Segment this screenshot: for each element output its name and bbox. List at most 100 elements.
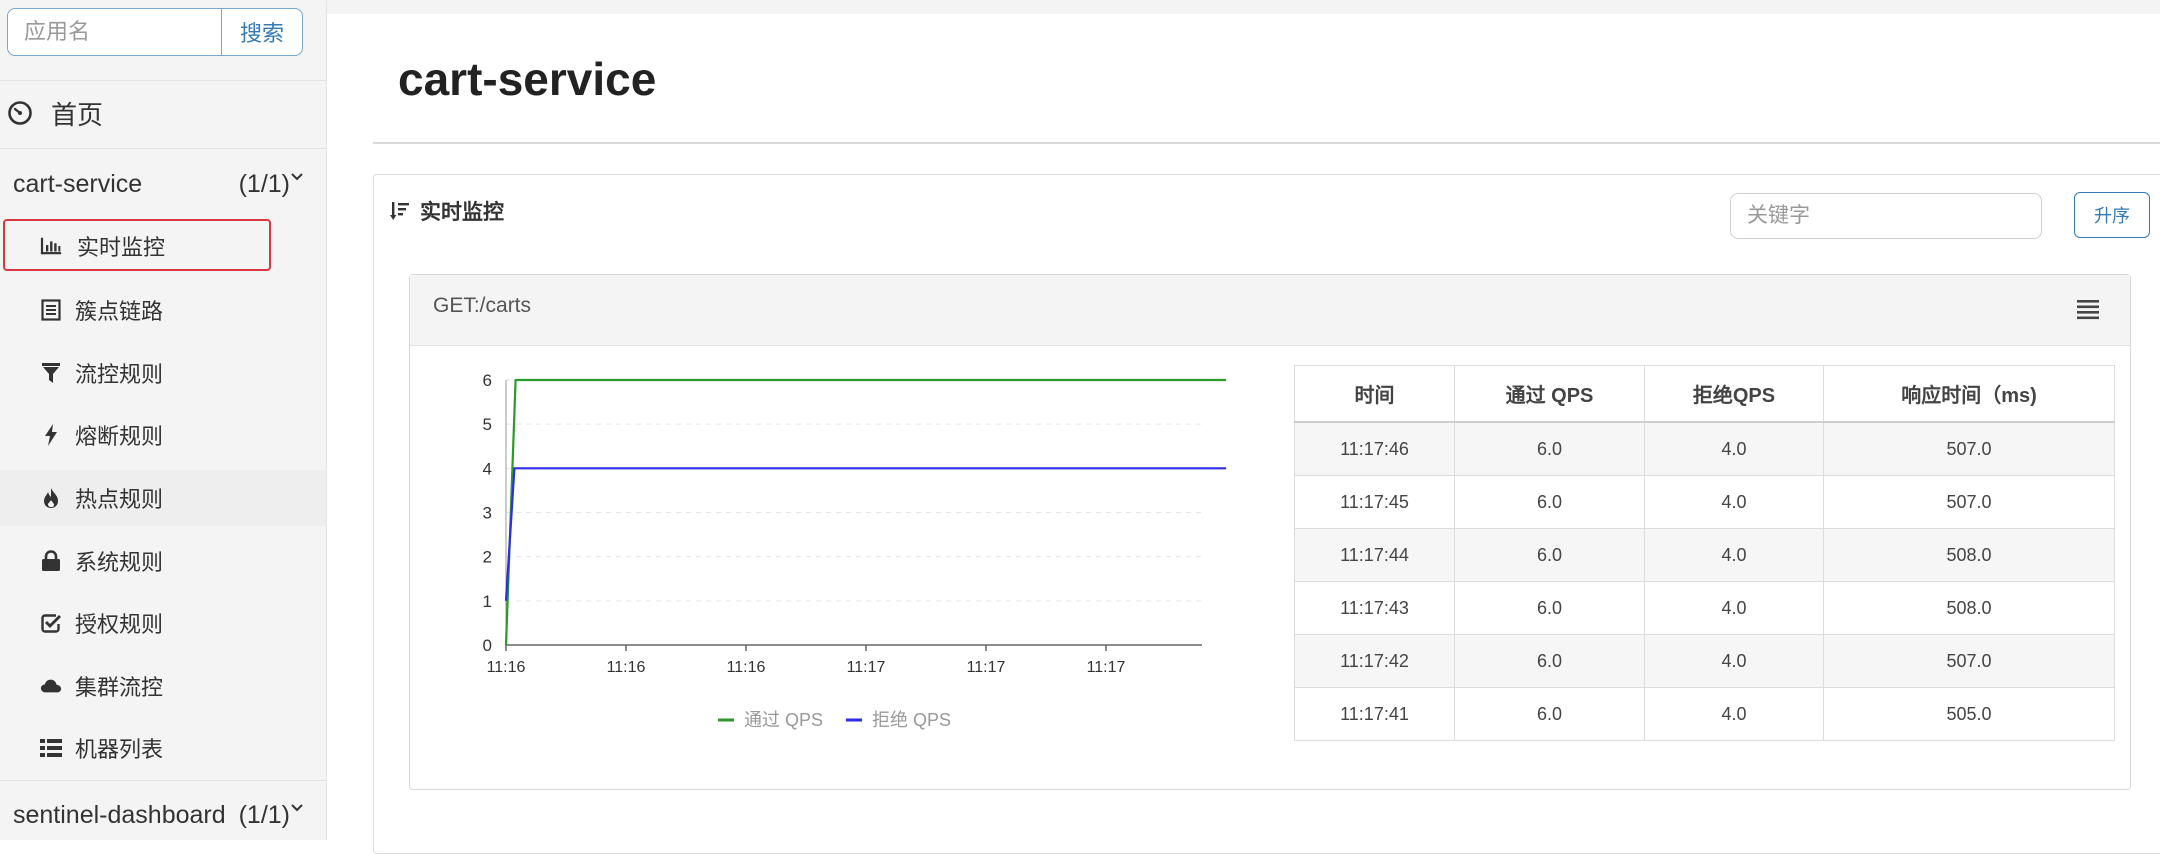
divider: [0, 80, 326, 81]
chevron-down-icon: [291, 173, 303, 181]
cell-rt: 505.0: [1823, 687, 2115, 741]
cell-pass-qps: 6.0: [1454, 421, 1645, 476]
check-icon: [40, 612, 62, 634]
list-alt-icon: [40, 299, 62, 321]
th-list-icon: [40, 737, 62, 759]
y-tick-label: 5: [483, 415, 492, 434]
sidebar-item-label: 热点规则: [75, 487, 164, 512]
filter-icon: [40, 362, 62, 384]
metrics-table: 时间 通过 QPS 拒绝QPS 响应时间（ms) 11:17:46 6.0 4.…: [1294, 365, 2115, 741]
sidebar: 搜索 首页 cart-service (1/1) 实时监控: [0, 0, 327, 840]
title-divider: [373, 142, 2160, 144]
cell-time: 11:17:46: [1294, 421, 1455, 476]
app-group-sentinel-dashboard[interactable]: sentinel-dashboard (1/1): [0, 790, 326, 840]
divider: [0, 148, 326, 149]
sidebar-item-label: 集群流控: [75, 675, 164, 700]
sidebar-item-hotspot-rules[interactable]: 热点规则: [0, 470, 326, 526]
cell-rt: 508.0: [1823, 581, 2115, 635]
app-search: 搜索: [7, 8, 303, 56]
app-instance-count: (1/1): [238, 169, 290, 198]
cell-pass-qps: 6.0: [1454, 581, 1645, 635]
cell-block-qps: 4.0: [1644, 687, 1824, 741]
divider: [0, 780, 326, 781]
menu-icon[interactable]: [2076, 298, 2100, 320]
active-item-highlight: [3, 219, 271, 271]
cell-time: 11:17:41: [1294, 687, 1455, 741]
table-row: 11:17:45 6.0 4.0 507.0: [1294, 475, 2115, 529]
lock-icon: [40, 550, 62, 572]
panel-title: 实时监控: [390, 196, 504, 226]
cell-time: 11:17:43: [1294, 581, 1455, 635]
table-row: 11:17:46 6.0 4.0 507.0: [1294, 421, 2115, 476]
dashboard-icon: [8, 101, 32, 125]
panel-title-label: 实时监控: [420, 201, 504, 224]
sidebar-item-flow-rules[interactable]: 流控规则: [0, 345, 326, 401]
app-name: sentinel-dashboard: [13, 800, 226, 829]
block-qps-line: [504, 467, 1226, 601]
y-tick-label: 6: [483, 371, 492, 390]
sort-ascending-button[interactable]: 升序: [2074, 192, 2150, 238]
cell-block-qps: 4.0: [1644, 421, 1824, 476]
app-name: cart-service: [13, 169, 143, 198]
table-row: 11:17:43 6.0 4.0 508.0: [1294, 581, 2115, 635]
cell-time: 11:17:45: [1294, 475, 1455, 529]
table-row: 11:17:44 6.0 4.0 508.0: [1294, 528, 2115, 582]
cell-block-qps: 4.0: [1644, 528, 1824, 582]
column-header[interactable]: 拒绝QPS: [1644, 365, 1824, 423]
cell-time: 11:17:44: [1294, 528, 1455, 582]
sidebar-item-cluster-flow[interactable]: 集群流控: [0, 658, 326, 714]
sidebar-item-label: 簇点链路: [75, 299, 164, 324]
y-tick-label: 3: [483, 504, 492, 523]
app-instance-count: (1/1): [238, 800, 290, 829]
search-button[interactable]: 搜索: [221, 8, 303, 56]
cell-pass-qps: 6.0: [1454, 687, 1645, 741]
column-header[interactable]: 时间: [1294, 365, 1455, 423]
sidebar-item-system-rules[interactable]: 系统规则: [0, 533, 326, 589]
cell-rt: 507.0: [1823, 475, 2115, 529]
flash-icon: [40, 424, 62, 446]
app-group-cart-service[interactable]: cart-service (1/1): [0, 159, 326, 209]
sidebar-item-label: 熔断规则: [75, 424, 164, 449]
cell-rt: 507.0: [1823, 634, 2115, 688]
sidebar-item-machine-list[interactable]: 机器列表: [0, 720, 326, 776]
x-tick-label: 11:17: [967, 659, 1006, 676]
x-tick-label: 11:17: [847, 659, 886, 676]
table-row: 11:17:41 6.0 4.0 505.0: [1294, 687, 2115, 741]
cell-block-qps: 4.0: [1644, 634, 1824, 688]
y-tick-label: 1: [483, 592, 492, 611]
sidebar-item-label: 系统规则: [75, 550, 164, 575]
cell-block-qps: 4.0: [1644, 475, 1824, 529]
sidebar-item-label: 首页: [51, 99, 104, 130]
column-header[interactable]: 通过 QPS: [1454, 365, 1645, 423]
sidebar-item-label: 授权规则: [75, 612, 164, 637]
cell-pass-qps: 6.0: [1454, 634, 1645, 688]
x-tick-label: 11:16: [727, 659, 766, 676]
cell-pass-qps: 6.0: [1454, 528, 1645, 582]
keyword-input[interactable]: [1730, 193, 2042, 239]
x-tick-label: 11:16: [487, 659, 526, 676]
table-header-row: 时间 通过 QPS 拒绝QPS 响应时间（ms): [1294, 365, 2115, 423]
x-tick-label: 11:17: [1087, 659, 1126, 676]
cell-time: 11:17:42: [1294, 634, 1455, 688]
y-tick-label: 0: [483, 636, 492, 655]
cell-block-qps: 4.0: [1644, 581, 1824, 635]
resource-card-header: [410, 275, 2130, 346]
sidebar-item-label: 流控规则: [75, 362, 164, 387]
cell-pass-qps: 6.0: [1454, 475, 1645, 529]
qps-line-chart: 0 1 2 3 4 5 6 11:16 11:16 11:16 11:17 11:17 11:17 通过 …: [483, 371, 1226, 730]
cloud-icon: [40, 675, 62, 697]
legend-pass-label: 通过 QPS: [744, 710, 823, 730]
app-search-input[interactable]: [7, 8, 221, 56]
sidebar-item-home[interactable]: 首页: [0, 88, 326, 138]
column-header[interactable]: 响应时间（ms): [1823, 365, 2115, 423]
chevron-down-icon: [291, 804, 303, 812]
y-tick-label: 2: [483, 548, 492, 567]
cell-rt: 508.0: [1823, 528, 2115, 582]
legend-block-label: 拒绝 QPS: [872, 710, 951, 730]
sidebar-item-authority-rules[interactable]: 授权规则: [0, 595, 326, 651]
sidebar-item-label: 机器列表: [75, 737, 164, 762]
y-tick-label: 4: [483, 459, 492, 478]
cell-rt: 507.0: [1823, 421, 2115, 476]
sidebar-item-cluster-point-link[interactable]: 簇点链路: [0, 282, 326, 338]
sidebar-item-degrade-rules[interactable]: 熔断规则: [0, 407, 326, 463]
